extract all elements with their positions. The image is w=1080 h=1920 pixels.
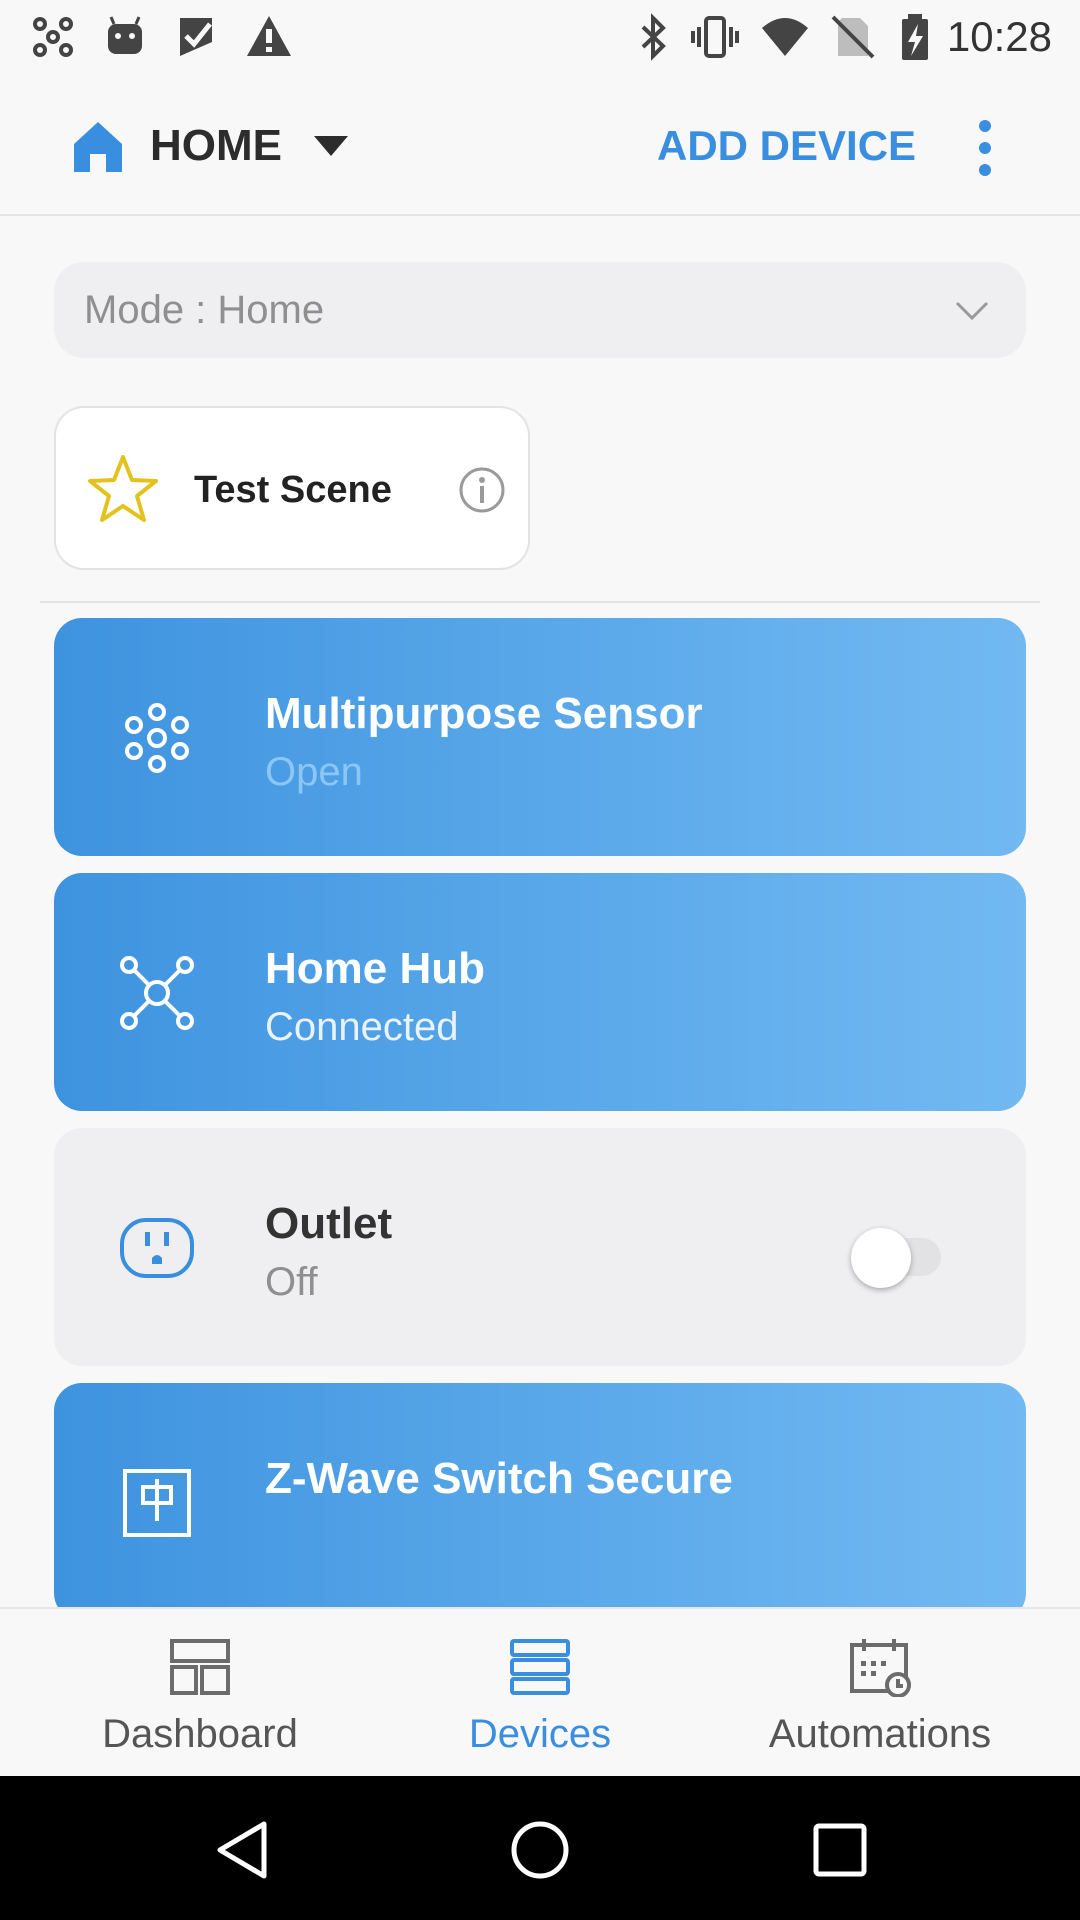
device-name: Multipurpose Sensor — [265, 689, 703, 738]
warning-icon — [247, 16, 291, 56]
device-name: Z-Wave Switch Secure — [265, 1454, 733, 1503]
tab-dashboard[interactable]: Dashboard — [60, 1609, 340, 1778]
scene-tile[interactable]: Test Scene — [54, 406, 530, 570]
app-header: HOME ADD DEVICE — [0, 75, 1080, 216]
more-options-icon[interactable] — [970, 118, 1000, 178]
home-icon — [74, 122, 122, 172]
section-divider — [40, 601, 1040, 603]
device-card-zwave-switch[interactable]: Z-Wave Switch Secure — [54, 1383, 1026, 1621]
device-card-multipurpose-sensor[interactable]: Multipurpose Sensor Open — [54, 618, 1026, 856]
mode-selector[interactable]: Mode : Home — [54, 262, 1026, 358]
outlet-icon — [120, 1218, 194, 1278]
sensor-icon — [125, 703, 189, 773]
outlet-power-toggle[interactable] — [851, 1224, 945, 1288]
nav-label-dashboard: Dashboard — [102, 1712, 298, 1756]
star-icon — [88, 455, 158, 522]
device-status: Connected — [265, 1005, 459, 1049]
hub-icon — [33, 17, 73, 57]
home-button-icon[interactable] — [508, 1818, 572, 1882]
tab-devices[interactable]: Devices — [400, 1609, 680, 1778]
wifi-icon — [762, 18, 808, 56]
bluetooth-icon — [641, 13, 666, 61]
location-selector[interactable]: HOME — [150, 117, 282, 175]
device-status: Off — [265, 1260, 318, 1304]
mode-label: Mode : Home — [84, 288, 325, 332]
status-time: 10:28 — [946, 13, 1052, 60]
back-icon[interactable] — [210, 1818, 274, 1882]
info-icon[interactable] — [458, 466, 506, 514]
recents-icon[interactable] — [808, 1818, 872, 1882]
dashboard-icon — [170, 1639, 230, 1695]
nav-label-automations: Automations — [768, 1712, 992, 1756]
device-card-outlet[interactable]: Outlet Off — [54, 1128, 1026, 1366]
device-status: Open — [265, 750, 363, 794]
device-card-home-hub[interactable]: Home Hub Connected — [54, 873, 1026, 1111]
system-navigation-bar — [0, 1776, 1080, 1920]
battery-charging-icon — [902, 14, 928, 60]
no-sim-icon — [831, 15, 875, 59]
nav-label-devices: Devices — [468, 1712, 612, 1756]
switch-icon — [123, 1469, 191, 1537]
add-device-button[interactable]: ADD DEVICE — [657, 117, 916, 175]
toggle-knob — [851, 1228, 911, 1288]
device-name: Outlet — [265, 1199, 393, 1248]
play-store-icon — [180, 18, 212, 56]
status-bar: 10:28 — [0, 0, 1080, 75]
hub-icon — [120, 956, 194, 1030]
chevron-down-icon — [955, 301, 989, 321]
scene-label: Test Scene — [194, 469, 392, 511]
devices-icon — [510, 1639, 570, 1695]
caret-down-icon[interactable] — [312, 132, 350, 160]
android-icon — [108, 16, 142, 54]
bottom-navigation: Dashboard Devices Automations — [0, 1607, 1080, 1776]
vibrate-icon — [691, 16, 739, 58]
calendar-clock-icon — [850, 1639, 911, 1697]
device-name: Home Hub — [265, 944, 485, 993]
tab-automations[interactable]: Automations — [740, 1609, 1020, 1778]
